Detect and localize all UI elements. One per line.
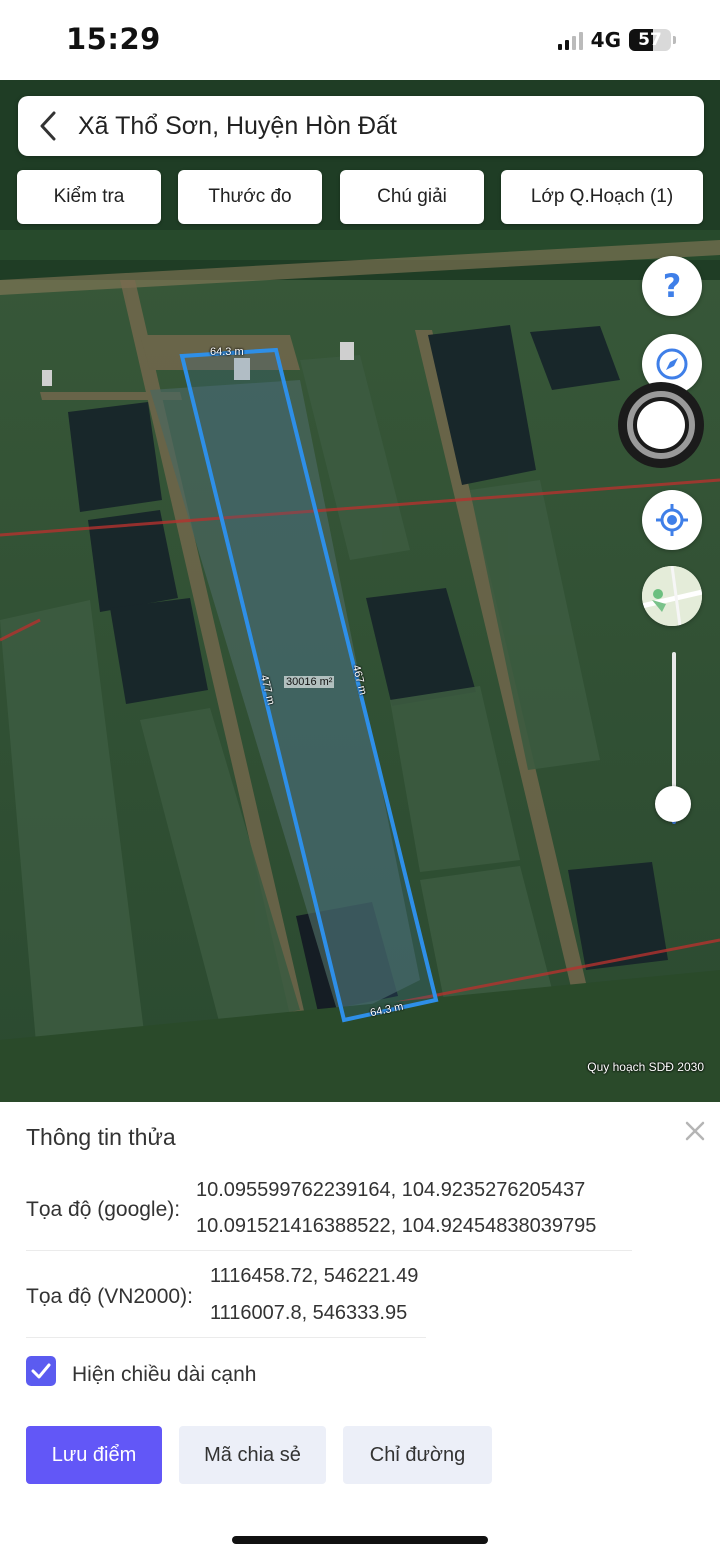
google-coord-1: 10.095599762239164, 104.9235276205437 <box>196 1179 586 1201</box>
map-credit: Quy hoạch SDĐ 2030 <box>587 1060 704 1074</box>
status-indicators: 4G 57 <box>557 28 676 52</box>
base-layer-button[interactable] <box>642 566 702 626</box>
help-button[interactable]: ? <box>642 256 702 316</box>
coord-divider <box>26 1250 632 1251</box>
chevron-left-icon[interactable] <box>18 96 78 156</box>
location-search-bar[interactable]: Xã Thổ Sơn, Huyện Hòn Đất <box>18 96 704 156</box>
legend-button[interactable]: Chú giải <box>340 170 484 224</box>
battery-level: 57 <box>638 30 662 50</box>
parcel-info-sheet: Thông tin thửa Tọa độ (google): 10.09559… <box>0 1102 720 1558</box>
vn2000-coord-label: Tọa độ (VN2000): <box>26 1285 193 1308</box>
planning-layer-button[interactable]: Lớp Q.Hoạch (1) <box>501 170 703 224</box>
save-point-button[interactable]: Lưu điểm <box>26 1426 162 1484</box>
checkmark-icon <box>31 1363 51 1379</box>
satellite-map[interactable] <box>0 80 720 1102</box>
compass-icon <box>656 348 688 380</box>
directions-button[interactable]: Chỉ đường <box>343 1426 492 1484</box>
signal-icon <box>557 30 583 50</box>
crosshair-icon <box>656 504 688 536</box>
zoom-slider-thumb[interactable] <box>655 786 691 822</box>
status-bar: 15:29 4G 57 <box>0 0 720 80</box>
question-mark-icon: ? <box>662 267 682 305</box>
sheet-title: Thông tin thửa <box>26 1124 176 1150</box>
record-button[interactable] <box>618 382 704 468</box>
share-code-button[interactable]: Mã chia sẻ <box>179 1426 326 1484</box>
battery-icon: 57 <box>629 29 671 51</box>
status-time: 15:29 <box>66 22 161 56</box>
check-button[interactable]: Kiểm tra <box>17 170 161 224</box>
home-indicator <box>232 1536 488 1544</box>
vn2000-coord-2: 1116007.8, 546333.95 <box>210 1302 408 1324</box>
show-edge-lengths-label[interactable]: Hiện chiều dài cạnh <box>72 1363 256 1387</box>
battery-tip <box>673 36 676 44</box>
map-view[interactable]: 64.3 m 64.3 m 477 m 467 m 30016 m² Xã Th… <box>0 80 720 1102</box>
vn2000-coord-1: 1116458.72, 546221.49 <box>210 1265 419 1287</box>
google-coord-2: 10.091521416388522, 104.92454838039795 <box>196 1215 597 1237</box>
show-edge-lengths-checkbox[interactable] <box>26 1356 56 1386</box>
parcel-top-edge-label: 64.3 m <box>210 346 244 358</box>
locate-me-button[interactable] <box>642 490 702 550</box>
close-icon[interactable] <box>680 1116 710 1146</box>
measure-button[interactable]: Thước đo <box>178 170 322 224</box>
parcel-area-label: 30016 m² <box>284 676 335 688</box>
coord-divider-2 <box>26 1337 426 1338</box>
record-icon <box>627 391 695 459</box>
network-label: 4G <box>590 28 621 52</box>
google-coord-label: Tọa độ (google): <box>26 1198 181 1221</box>
map-thumbnail-icon <box>642 566 702 626</box>
location-title[interactable]: Xã Thổ Sơn, Huyện Hòn Đất <box>78 112 397 141</box>
